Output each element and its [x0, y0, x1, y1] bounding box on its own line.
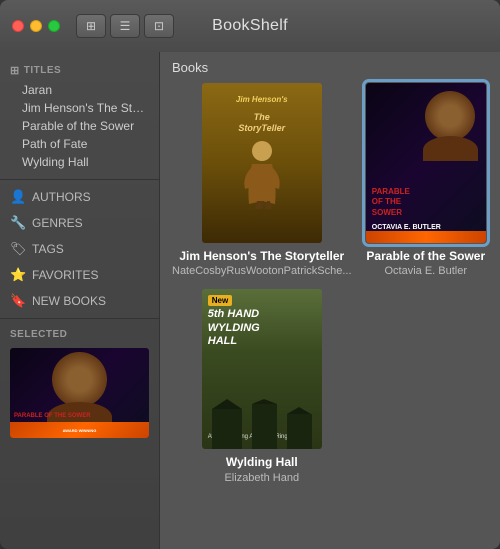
- app-title: BookShelf: [212, 17, 288, 35]
- selected-cover: PARABLE OF THE SOWER OCTAVIA E. BUTLER A…: [10, 348, 149, 438]
- detail-view-button[interactable]: ⊡: [144, 14, 174, 38]
- traffic-lights: [12, 20, 60, 32]
- book-title-parable: Parable of the Sower: [366, 249, 485, 263]
- henson-figure-svg: [237, 139, 287, 209]
- sidebar-item-tags[interactable]: 🏷 TAGS: [0, 236, 159, 262]
- sidebar-divider-2: [0, 318, 159, 319]
- book-title-wylding: Wylding Hall: [226, 455, 298, 469]
- sidebar-item-wylding[interactable]: Wylding Hall: [0, 153, 159, 171]
- sidebar-nav: 👤 AUTHORS 🔧 GENRES 🏷 TAGS ⭐ FAVORITES 🔖: [0, 184, 159, 314]
- book-author-henson: NateCosbyRusWootonPatrickSche...: [172, 265, 352, 277]
- sidebar-item-henson[interactable]: Jim Henson's The Storyteller: [0, 99, 159, 117]
- content-area: Books TheStoryTeller: [160, 52, 500, 549]
- toolbar-icons: ⊞ ☰ ⊡: [76, 14, 174, 38]
- grid-icon: ⊞: [86, 19, 96, 33]
- book-cover-parable: PARABLEOF THESOWER OCTAVIA E. BUTLER: [366, 83, 486, 243]
- grid-view-button[interactable]: ⊞: [76, 14, 106, 38]
- book-title-henson: Jim Henson's The Storyteller: [179, 249, 344, 263]
- book-cover-henson: TheStoryTeller: [202, 83, 322, 243]
- minimize-button[interactable]: [30, 20, 42, 32]
- authors-icon: 👤: [10, 189, 26, 205]
- sidebar-item-authors[interactable]: 👤 AUTHORS: [0, 184, 159, 210]
- app-window: ⊞ ☰ ⊡ BookShelf ⊞ TITLES Jaran Jim Henso…: [0, 0, 500, 549]
- newbooks-icon: 🔖: [10, 293, 26, 309]
- titles-section-header: ⊞ TITLES: [0, 60, 159, 81]
- favorites-icon: ⭐: [10, 267, 26, 283]
- building-svg: [202, 399, 322, 449]
- sidebar-item-genres[interactable]: 🔧 GENRES: [0, 210, 159, 236]
- content-header: Books: [160, 52, 500, 79]
- book-item-parable[interactable]: PARABLEOF THESOWER OCTAVIA E. BUTLER Par…: [364, 83, 488, 277]
- sidebar-item-favorites[interactable]: ⭐ FAVORITES: [0, 262, 159, 288]
- sidebar-item-pathoffate[interactable]: Path of Fate: [0, 135, 159, 153]
- selected-label: Selected: [0, 323, 159, 344]
- book-author-wylding: Elizabeth Hand: [224, 472, 299, 484]
- sidebar-item-newbooks[interactable]: 🔖 NEW BOOKS: [0, 288, 159, 314]
- list-icon: ☰: [120, 19, 131, 33]
- sidebar: ⊞ TITLES Jaran Jim Henson's The Storytel…: [0, 52, 160, 549]
- sidebar-divider: [0, 179, 159, 180]
- detail-icon: ⊡: [154, 19, 164, 33]
- new-badge: New: [208, 295, 232, 306]
- titles-section: ⊞ TITLES Jaran Jim Henson's The Storytel…: [0, 52, 159, 175]
- tags-icon: 🏷: [10, 241, 26, 257]
- book-item-wylding[interactable]: New 5th HANDWYLDINGHALL Award Winning Au…: [172, 289, 352, 483]
- sidebar-item-parable[interactable]: Parable of the Sower: [0, 117, 159, 135]
- book-item-henson[interactable]: TheStoryTeller: [172, 83, 352, 277]
- maximize-button[interactable]: [48, 20, 60, 32]
- titlebar: ⊞ ☰ ⊡ BookShelf: [0, 0, 500, 52]
- book-cover-wylding: New 5th HANDWYLDINGHALL Award Winning Au…: [202, 289, 322, 449]
- list-view-button[interactable]: ☰: [110, 14, 140, 38]
- books-grid: TheStoryTeller: [160, 79, 500, 496]
- sidebar-item-jaran[interactable]: Jaran: [0, 81, 159, 99]
- close-button[interactable]: [12, 20, 24, 32]
- genres-icon: 🔧: [10, 215, 26, 231]
- main-area: ⊞ TITLES Jaran Jim Henson's The Storytel…: [0, 52, 500, 549]
- book-author-parable: Octavia E. Butler: [385, 265, 468, 277]
- titles-icon: ⊞: [10, 64, 20, 77]
